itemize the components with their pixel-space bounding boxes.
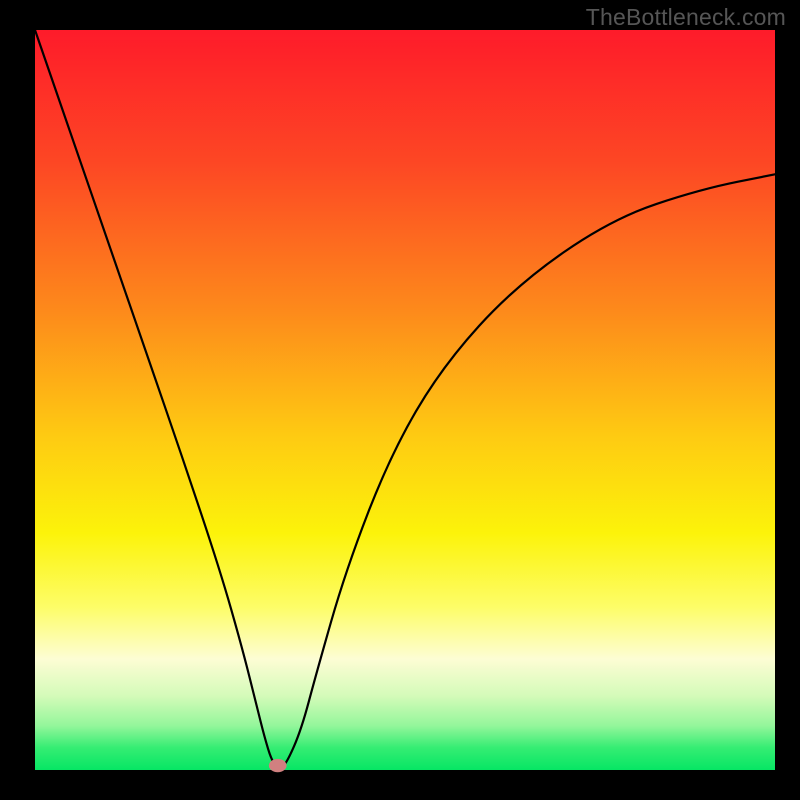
chart-frame: { "watermark": "TheBottleneck.com", "cha… [0, 0, 800, 800]
optimum-marker [269, 759, 287, 772]
gradient-background [35, 30, 775, 770]
watermark-text: TheBottleneck.com [586, 4, 786, 31]
bottleneck-chart [0, 0, 800, 800]
